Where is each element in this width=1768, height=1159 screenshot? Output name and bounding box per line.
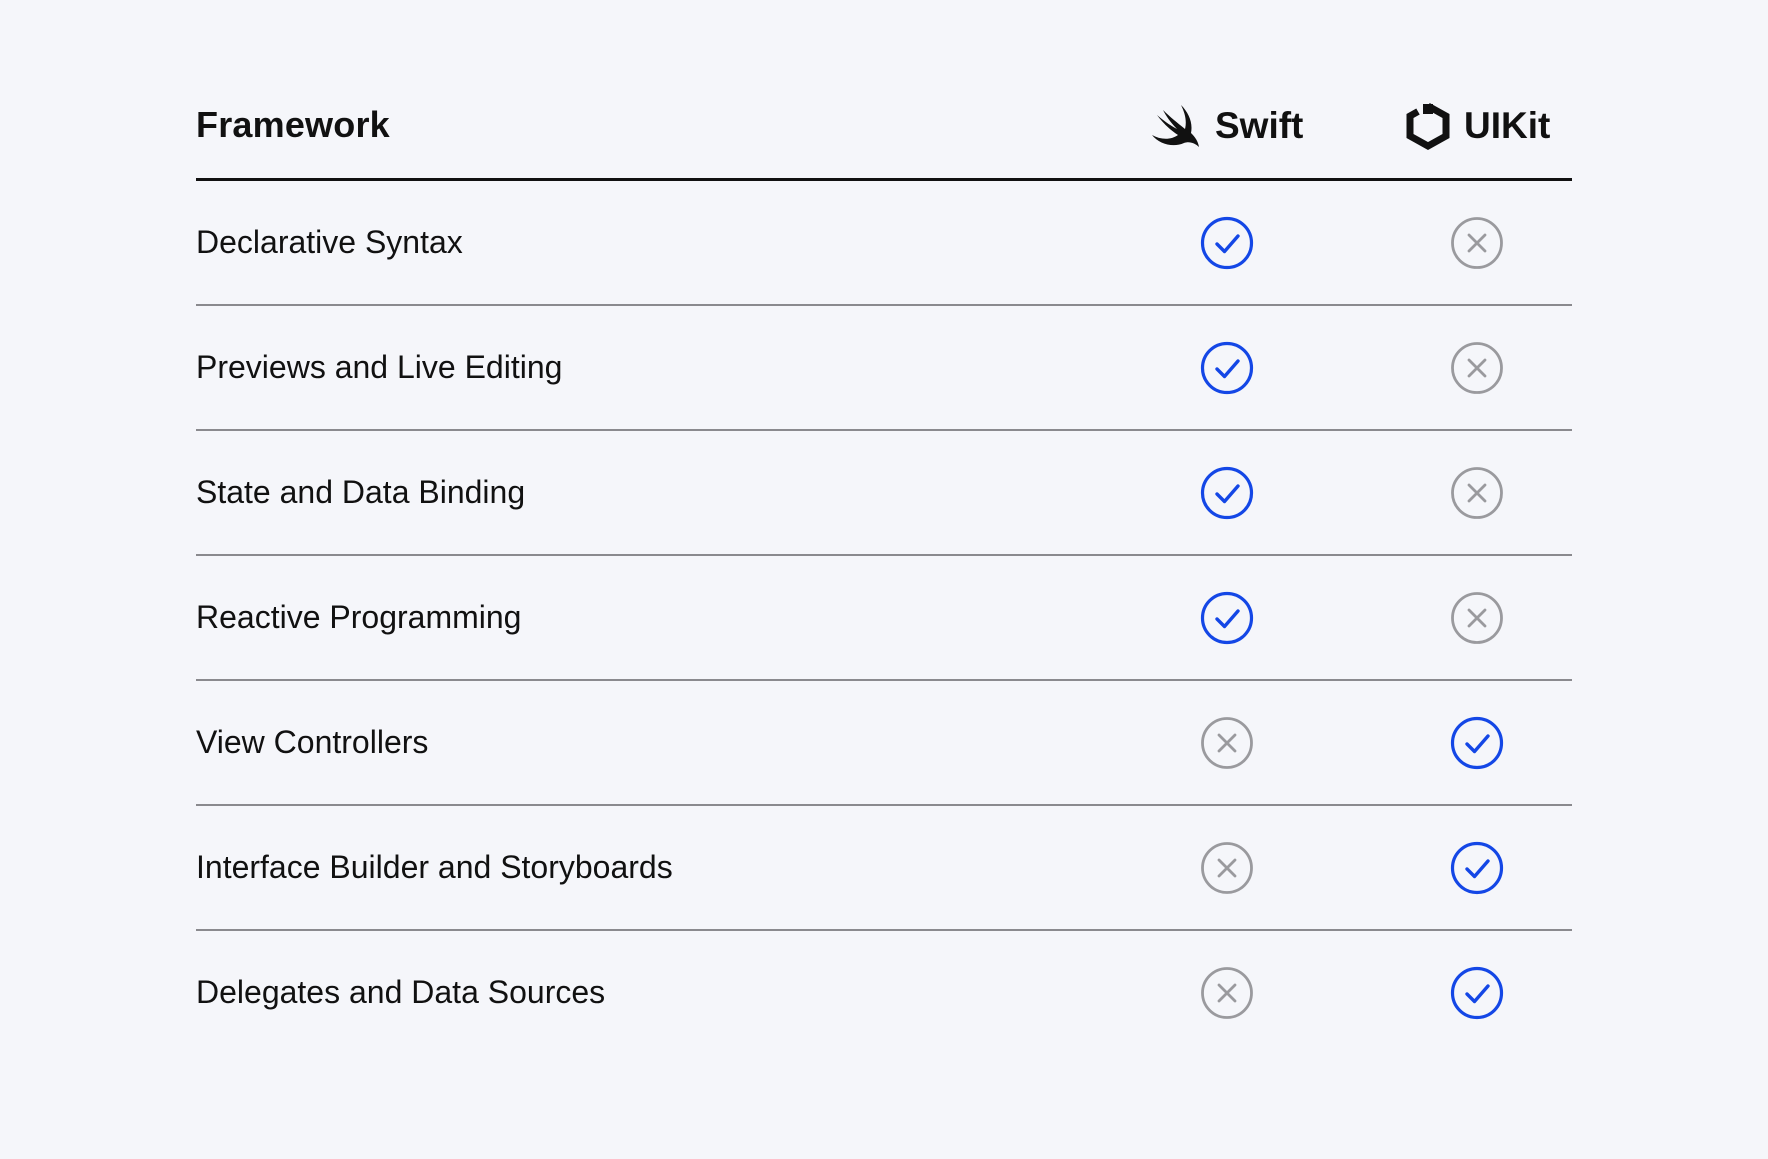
- framework-column-title: Framework: [196, 104, 390, 145]
- table-body: Declarative Syntax Previews and Live Edit…: [196, 181, 1572, 1054]
- table-row: Previews and Live Editing: [196, 306, 1572, 431]
- uikit-cross-icon: [1450, 591, 1504, 645]
- table-row: Interface Builder and Storyboards: [196, 806, 1572, 931]
- swift-cross-icon: [1200, 966, 1254, 1020]
- uikit-cross-icon: [1450, 341, 1504, 395]
- uikit-column-label: UIKit: [1464, 105, 1551, 146]
- uikit-check-icon: [1450, 966, 1504, 1020]
- swift-column-label: Swift: [1215, 105, 1304, 146]
- swift-cross-icon: [1200, 716, 1254, 770]
- swift-cross-icon: [1200, 841, 1254, 895]
- uikit-logo-icon: [1406, 102, 1450, 150]
- table-row: View Controllers: [196, 681, 1572, 806]
- uikit-column-header: UIKit: [1406, 98, 1550, 154]
- swift-check-icon: [1200, 466, 1254, 520]
- table-row: Delegates and Data Sources: [196, 931, 1572, 1054]
- table-row: Reactive Programming: [196, 556, 1572, 681]
- swift-logo-icon: [1151, 103, 1201, 149]
- feature-label: Reactive Programming: [196, 599, 522, 635]
- uikit-cross-icon: [1450, 466, 1504, 520]
- uikit-check-icon: [1450, 841, 1504, 895]
- feature-label: Delegates and Data Sources: [196, 974, 606, 1010]
- table-header: Framework Swift UIKit: [196, 80, 1572, 181]
- table-row: State and Data Binding: [196, 431, 1572, 556]
- feature-label: Declarative Syntax: [196, 224, 463, 260]
- swift-check-icon: [1200, 591, 1254, 645]
- uikit-check-icon: [1450, 716, 1504, 770]
- swift-column-header: Swift: [1151, 98, 1303, 154]
- swift-check-icon: [1200, 341, 1254, 395]
- feature-label: Previews and Live Editing: [196, 349, 563, 385]
- feature-label: Interface Builder and Storyboards: [196, 849, 673, 885]
- table-row: Declarative Syntax: [196, 181, 1572, 306]
- feature-label: State and Data Binding: [196, 474, 526, 510]
- comparison-table: Framework Swift UIKit Declarative Syntax…: [196, 80, 1572, 1054]
- feature-label: View Controllers: [196, 724, 429, 760]
- swift-check-icon: [1200, 216, 1254, 270]
- uikit-cross-icon: [1450, 216, 1504, 270]
